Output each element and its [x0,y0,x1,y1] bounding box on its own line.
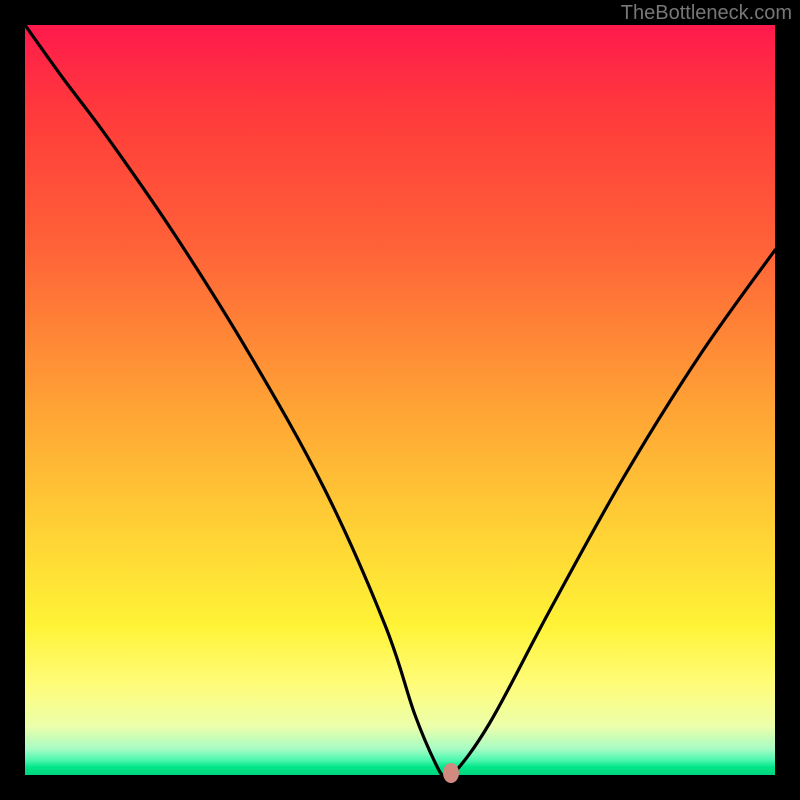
bottleneck-curve [25,25,775,775]
plot-area [25,25,775,775]
optimal-point-marker [443,763,459,783]
curve-svg [25,25,775,775]
chart-frame: TheBottleneck.com [0,0,800,800]
watermark-text: TheBottleneck.com [621,2,792,25]
